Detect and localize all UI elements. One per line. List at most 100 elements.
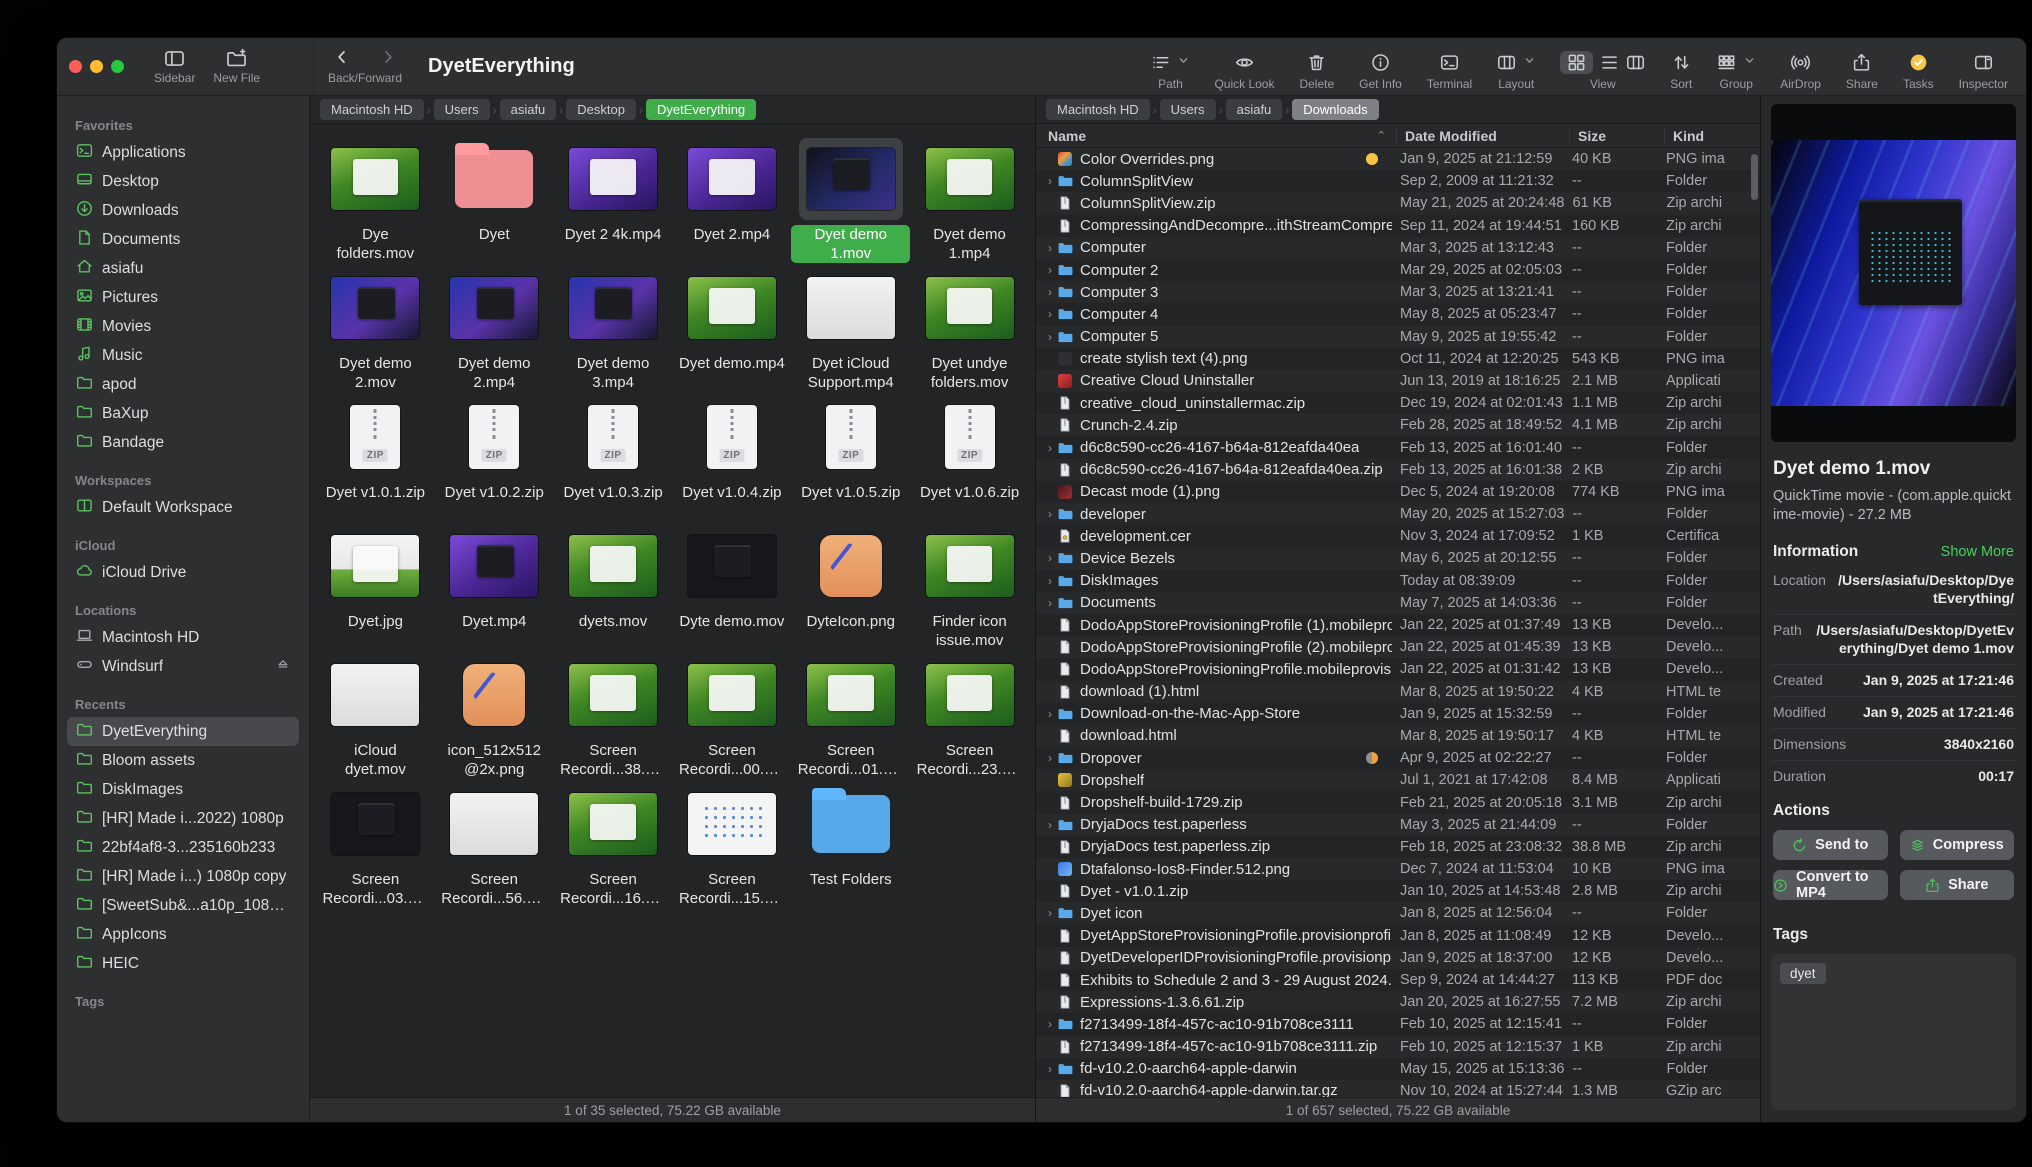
forward-button[interactable] xyxy=(380,49,396,68)
grid-item[interactable]: DyteIcon.png xyxy=(791,521,910,650)
grid-item[interactable]: Dyet demo 2.mp4 xyxy=(435,263,554,392)
breadcrumb-users[interactable]: Users xyxy=(1160,99,1216,120)
table-row[interactable]: download (1).htmlMar 8, 2025 at 19:50:22… xyxy=(1036,681,1760,703)
grid-item[interactable]: Dyet v1.0.4.zip xyxy=(673,392,792,521)
sidebar-item-apod[interactable]: apod xyxy=(67,370,299,399)
tags-box[interactable]: dyet xyxy=(1771,954,2016,1110)
table-row[interactable]: ›DryjaDocs test.paperlessMay 3, 2025 at … xyxy=(1036,814,1760,836)
tool-get-info[interactable]: Get Info xyxy=(1359,50,1402,91)
table-row[interactable]: DodoAppStoreProvisioningProfile.mobilepr… xyxy=(1036,658,1760,680)
grid-item[interactable]: Finder icon issue.mov xyxy=(910,521,1029,650)
grid-item[interactable]: Dyet v1.0.6.zip xyxy=(910,392,1029,521)
sidebar-item-22bf4af8-3-235160b233[interactable]: 22bf4af8-3...235160b233 xyxy=(67,833,299,862)
sidebar-item--sweetsub-a10p-1080p-[interactable]: [SweetSub&...a10p_1080p] xyxy=(67,891,299,920)
breadcrumb-asiafu[interactable]: asiafu xyxy=(1226,99,1283,120)
sidebar-item-baxup[interactable]: BaXup xyxy=(67,399,299,428)
disclosure-chevron-icon[interactable]: › xyxy=(1044,818,1056,832)
minimize-button[interactable] xyxy=(90,60,103,73)
disclosure-chevron-icon[interactable]: › xyxy=(1044,751,1056,765)
breadcrumb-users[interactable]: Users xyxy=(434,99,490,120)
eject-icon[interactable] xyxy=(276,657,290,676)
table-row[interactable]: Dtafalonso-Ios8-Finder.512.pngDec 7, 202… xyxy=(1036,858,1760,880)
tool-view[interactable]: View xyxy=(1560,50,1645,91)
action-button-send-to[interactable]: Send to xyxy=(1773,830,1888,860)
grid-item[interactable]: Dyet.mp4 xyxy=(435,521,554,650)
table-row[interactable]: DyetDeveloperIDProvisioningProfile.provi… xyxy=(1036,947,1760,969)
grid-item[interactable]: Dyet v1.0.1.zip xyxy=(316,392,435,521)
scrollbar-thumb[interactable] xyxy=(1751,154,1758,200)
tool-terminal[interactable]: Terminal xyxy=(1427,50,1472,91)
table-row[interactable]: d6c8c590-cc26-4167-b64a-812eafda40ea.zip… xyxy=(1036,459,1760,481)
grid-item[interactable]: Dyet demo 1.mov xyxy=(791,134,910,263)
new-file-button[interactable]: New File xyxy=(213,48,260,85)
table-row[interactable]: ›Computer 5May 9, 2025 at 19:55:42--Fold… xyxy=(1036,326,1760,348)
breadcrumb-macintosh-hd[interactable]: Macintosh HD xyxy=(1046,99,1150,120)
show-more-link[interactable]: Show More xyxy=(1941,544,2014,560)
tool-tasks[interactable]: Tasks xyxy=(1903,50,1934,91)
grid-item[interactable]: Dyet demo 1.mp4 xyxy=(910,134,1029,263)
sidebar-item-icloud-drive[interactable]: iCloud Drive xyxy=(67,558,299,587)
tool-delete[interactable]: Delete xyxy=(1299,50,1334,91)
grid-item[interactable]: Screen Recordi...56.mov xyxy=(435,779,554,908)
disclosure-chevron-icon[interactable]: › xyxy=(1044,263,1056,277)
tool-inspector[interactable]: Inspector xyxy=(1959,50,2008,91)
action-button-share[interactable]: Share xyxy=(1900,870,2015,900)
table-row[interactable]: fd-v10.2.0-aarch64-apple-darwin.tar.gzNo… xyxy=(1036,1080,1760,1097)
back-button[interactable] xyxy=(334,49,350,68)
sidebar-item-bloom-assets[interactable]: Bloom assets xyxy=(67,746,299,775)
tool-group[interactable]: Group xyxy=(1717,50,1755,91)
table-row[interactable]: creative_cloud_uninstallermac.zipDec 19,… xyxy=(1036,392,1760,414)
table-row[interactable]: Expressions-1.3.6.61.zipJan 20, 2025 at … xyxy=(1036,991,1760,1013)
disclosure-chevron-icon[interactable]: › xyxy=(1044,241,1056,255)
grid-item[interactable]: Screen Recordi...03.mov xyxy=(316,779,435,908)
grid-item[interactable]: Screen Recordi...15.mov xyxy=(673,779,792,908)
zoom-button[interactable] xyxy=(111,60,124,73)
sidebar-item-pictures[interactable]: Pictures xyxy=(67,283,299,312)
action-button-compress[interactable]: Compress xyxy=(1900,830,2015,860)
sidebar-item-desktop[interactable]: Desktop xyxy=(67,167,299,196)
disclosure-chevron-icon[interactable]: › xyxy=(1044,507,1056,521)
sidebar-item-windsurf[interactable]: Windsurf xyxy=(67,652,299,681)
grid-item[interactable]: Screen Recordi...23.mov xyxy=(910,650,1029,779)
grid-item[interactable]: dyets.mov xyxy=(554,521,673,650)
breadcrumb-asiafu[interactable]: asiafu xyxy=(500,99,557,120)
table-row[interactable]: development.cerNov 3, 2024 at 17:09:521 … xyxy=(1036,525,1760,547)
grid-item[interactable]: Dyet xyxy=(435,134,554,263)
disclosure-chevron-icon[interactable]: › xyxy=(1044,596,1056,610)
grid-item[interactable]: icon_512x512@2x.png xyxy=(435,650,554,779)
grid-item[interactable]: Dyet demo 3.mp4 xyxy=(554,263,673,392)
table-row[interactable]: ›DropoverApr 9, 2025 at 02:22:27--Folder xyxy=(1036,747,1760,769)
sidebar-toggle-button[interactable]: Sidebar xyxy=(154,48,195,85)
tag-chip[interactable]: dyet xyxy=(1780,963,1826,984)
table-row[interactable]: ColumnSplitView.zipMay 21, 2025 at 20:24… xyxy=(1036,192,1760,214)
sidebar-item-music[interactable]: Music xyxy=(67,341,299,370)
tool-share[interactable]: Share xyxy=(1846,50,1878,91)
disclosure-chevron-icon[interactable]: › xyxy=(1044,441,1056,455)
column-header-date-modified[interactable]: Date Modified xyxy=(1396,128,1569,144)
table-row[interactable]: ›f2713499-18f4-457c-ac10-91b708ce3111Feb… xyxy=(1036,1013,1760,1035)
table-row[interactable]: Color Overrides.pngJan 9, 2025 at 21:12:… xyxy=(1036,148,1760,170)
disclosure-chevron-icon[interactable]: › xyxy=(1044,330,1056,344)
table-row[interactable]: DropshelfJul 1, 2021 at 17:42:088.4 MBAp… xyxy=(1036,769,1760,791)
sidebar-item-macintosh-hd[interactable]: Macintosh HD xyxy=(67,623,299,652)
disclosure-chevron-icon[interactable]: › xyxy=(1044,551,1056,565)
grid-item[interactable]: Dyet v1.0.2.zip xyxy=(435,392,554,521)
grid-item[interactable]: Dyet 2.mp4 xyxy=(673,134,792,263)
action-button-convert-to-mp4[interactable]: Convert to MP4 xyxy=(1773,870,1888,900)
close-button[interactable] xyxy=(69,60,82,73)
table-row[interactable]: ›ColumnSplitViewSep 2, 2009 at 11:21:32-… xyxy=(1036,170,1760,192)
table-row[interactable]: Dyet - v1.0.1.zipJan 10, 2025 at 14:53:4… xyxy=(1036,880,1760,902)
column-header-kind[interactable]: Kind xyxy=(1664,128,1760,144)
tool-layout[interactable]: Layout xyxy=(1497,50,1535,91)
table-row[interactable]: DodoAppStoreProvisioningProfile (2).mobi… xyxy=(1036,636,1760,658)
sidebar-item-appicons[interactable]: AppIcons xyxy=(67,920,299,949)
sidebar-item--hr-made-i-1080p-copy[interactable]: [HR] Made i...) 1080p copy xyxy=(67,862,299,891)
table-row[interactable]: ›Computer 4May 8, 2025 at 05:23:47--Fold… xyxy=(1036,303,1760,325)
breadcrumb-downloads[interactable]: Downloads xyxy=(1292,99,1378,120)
sidebar-item-movies[interactable]: Movies xyxy=(67,312,299,341)
tool-path[interactable]: Path xyxy=(1151,50,1189,91)
sidebar-item-applications[interactable]: Applications xyxy=(67,138,299,167)
tool-sort[interactable]: Sort xyxy=(1670,50,1692,91)
disclosure-chevron-icon[interactable]: › xyxy=(1044,574,1056,588)
grid-item[interactable]: Dyet iCloud Support.mp4 xyxy=(791,263,910,392)
